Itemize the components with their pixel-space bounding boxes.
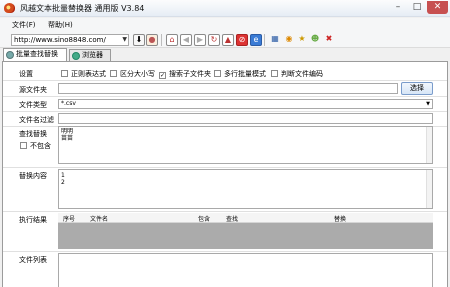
add-user-icon[interactable]: ☻ [309, 34, 321, 46]
app-logo-icon [4, 3, 15, 13]
tab-label: 批量查找替换 [16, 50, 58, 58]
results-header: 序号 文件名 包含 查找 替换 [58, 213, 433, 223]
option-label: 正则表达式 [71, 70, 106, 78]
checkbox-box [214, 70, 221, 77]
replace-content-label: 替换内容 [19, 172, 47, 180]
close-button[interactable]: ✕ [427, 1, 448, 14]
ie-icon[interactable]: e [250, 34, 262, 46]
star-icon[interactable]: ★ [296, 34, 308, 46]
checkbox-box: ✓ [159, 72, 166, 79]
refresh-icon[interactable]: ↻ [208, 34, 220, 46]
palette-icon[interactable]: ◉ [283, 34, 295, 46]
url-text: http://www.sino8848.com/ [14, 36, 106, 44]
tab-browser[interactable]: 浏览器 [69, 49, 111, 61]
url-dropdown-icon[interactable]: ▼ [122, 35, 127, 45]
column-header[interactable]: 替换 [334, 214, 346, 223]
globe-icon [72, 52, 80, 60]
windows-icon[interactable]: ▦ [269, 34, 281, 46]
bookmark-icon[interactable]: ▲ [222, 34, 234, 46]
checkbox-box [110, 70, 117, 77]
replace-textarea[interactable]: 1 2 [58, 169, 433, 209]
column-header[interactable]: 序号 [63, 214, 75, 223]
divider [3, 251, 447, 252]
settings-label: 设置 [19, 70, 33, 78]
replace-line: 1 [61, 172, 65, 179]
menu-file[interactable]: 文件(F) [12, 20, 36, 30]
tab-batch-replace[interactable]: 批量查找替换 [3, 48, 67, 61]
search-subfolder-checkbox[interactable]: ✓ 搜索子文件夹 [159, 69, 211, 79]
filename-filter-input[interactable] [58, 113, 433, 124]
results-table[interactable] [58, 223, 433, 249]
find-line: 明明 [61, 128, 74, 135]
divider [3, 80, 447, 81]
case-sensitive-checkbox[interactable]: 区分大小写 [110, 69, 155, 79]
divider [3, 111, 447, 112]
replace-line: 2 [61, 179, 65, 186]
window-title: 风越文本批量替换器 通用版 V3.84 [20, 4, 145, 13]
toolbar-separator [161, 34, 162, 46]
file-type-label: 文件类型 [19, 101, 47, 109]
results-label: 执行结果 [19, 216, 47, 224]
option-label: 多行批量模式 [224, 70, 266, 78]
file-type-value: *.csv [61, 100, 76, 107]
column-header[interactable]: 查找 [226, 214, 238, 223]
checkbox-box [271, 70, 278, 77]
go-arrow-icon[interactable]: ⬇ [133, 34, 145, 46]
scrollbar[interactable] [426, 127, 432, 163]
maximize-button[interactable]: □ [408, 1, 426, 14]
select-folder-button[interactable]: 选择 [401, 82, 433, 95]
tab-strip: 批量查找替换 浏览器 [0, 48, 450, 61]
filename-filter-label: 文件名过滤 [19, 116, 54, 124]
divider [3, 96, 447, 97]
tab-label: 浏览器 [82, 51, 103, 59]
magnifier-icon [6, 51, 14, 59]
column-header[interactable]: 包含 [198, 214, 210, 223]
delete-icon[interactable]: ✖ [323, 34, 335, 46]
file-type-select[interactable]: *.csv ▼ [58, 99, 433, 109]
column-header[interactable]: 文件名 [90, 214, 108, 223]
option-label: 判断文件编码 [281, 70, 323, 78]
forward-icon[interactable]: ▶ [194, 34, 206, 46]
checkbox-box [20, 142, 27, 149]
regex-checkbox[interactable]: 正则表达式 [61, 69, 106, 79]
url-input[interactable]: http://www.sino8848.com/ ▼ [11, 34, 129, 46]
option-label: 不包含 [30, 142, 51, 150]
chevron-down-icon: ▼ [426, 101, 430, 107]
divider [3, 167, 447, 168]
file-list-box[interactable] [58, 253, 433, 287]
stop-circle-icon[interactable]: ⊘ [236, 34, 248, 46]
minimize-button[interactable]: – [389, 1, 407, 14]
multiline-mode-checkbox[interactable]: 多行批量模式 [214, 69, 266, 79]
checkbox-box [61, 70, 68, 77]
option-label: 搜索子文件夹 [169, 70, 211, 78]
option-label: 区分大小写 [120, 70, 155, 78]
divider [3, 211, 447, 212]
find-textarea[interactable]: 明明 苗苗 [58, 126, 433, 164]
find-line: 苗苗 [61, 135, 74, 142]
scrollbar[interactable] [426, 170, 432, 208]
source-folder-label: 源文件夹 [19, 86, 47, 94]
find-replace-label: 查找替换 [19, 130, 47, 138]
toolbar-separator [264, 34, 265, 46]
detect-encoding-checkbox[interactable]: 判断文件编码 [271, 69, 323, 79]
title-bar: 风越文本批量替换器 通用版 V3.84 – □ ✕ [0, 0, 450, 17]
toolbar: http://www.sino8848.com/ ▼ ⬇ ● ⌂ ◀ ▶ ↻ ▲… [0, 32, 450, 48]
file-list-label: 文件列表 [19, 256, 47, 264]
main-panel: 设置 正则表达式 区分大小写 ✓ 搜索子文件夹 多行批量模式 判断文件编码 源文件… [2, 61, 448, 287]
stop-icon[interactable]: ● [146, 34, 158, 46]
home-icon[interactable]: ⌂ [166, 34, 178, 46]
menu-help[interactable]: 帮助(H) [48, 20, 73, 30]
menu-bar: 文件(F) 帮助(H) [0, 18, 450, 32]
exclude-checkbox[interactable]: 不包含 [20, 141, 51, 151]
back-icon[interactable]: ◀ [180, 34, 192, 46]
source-folder-input[interactable] [58, 83, 398, 94]
